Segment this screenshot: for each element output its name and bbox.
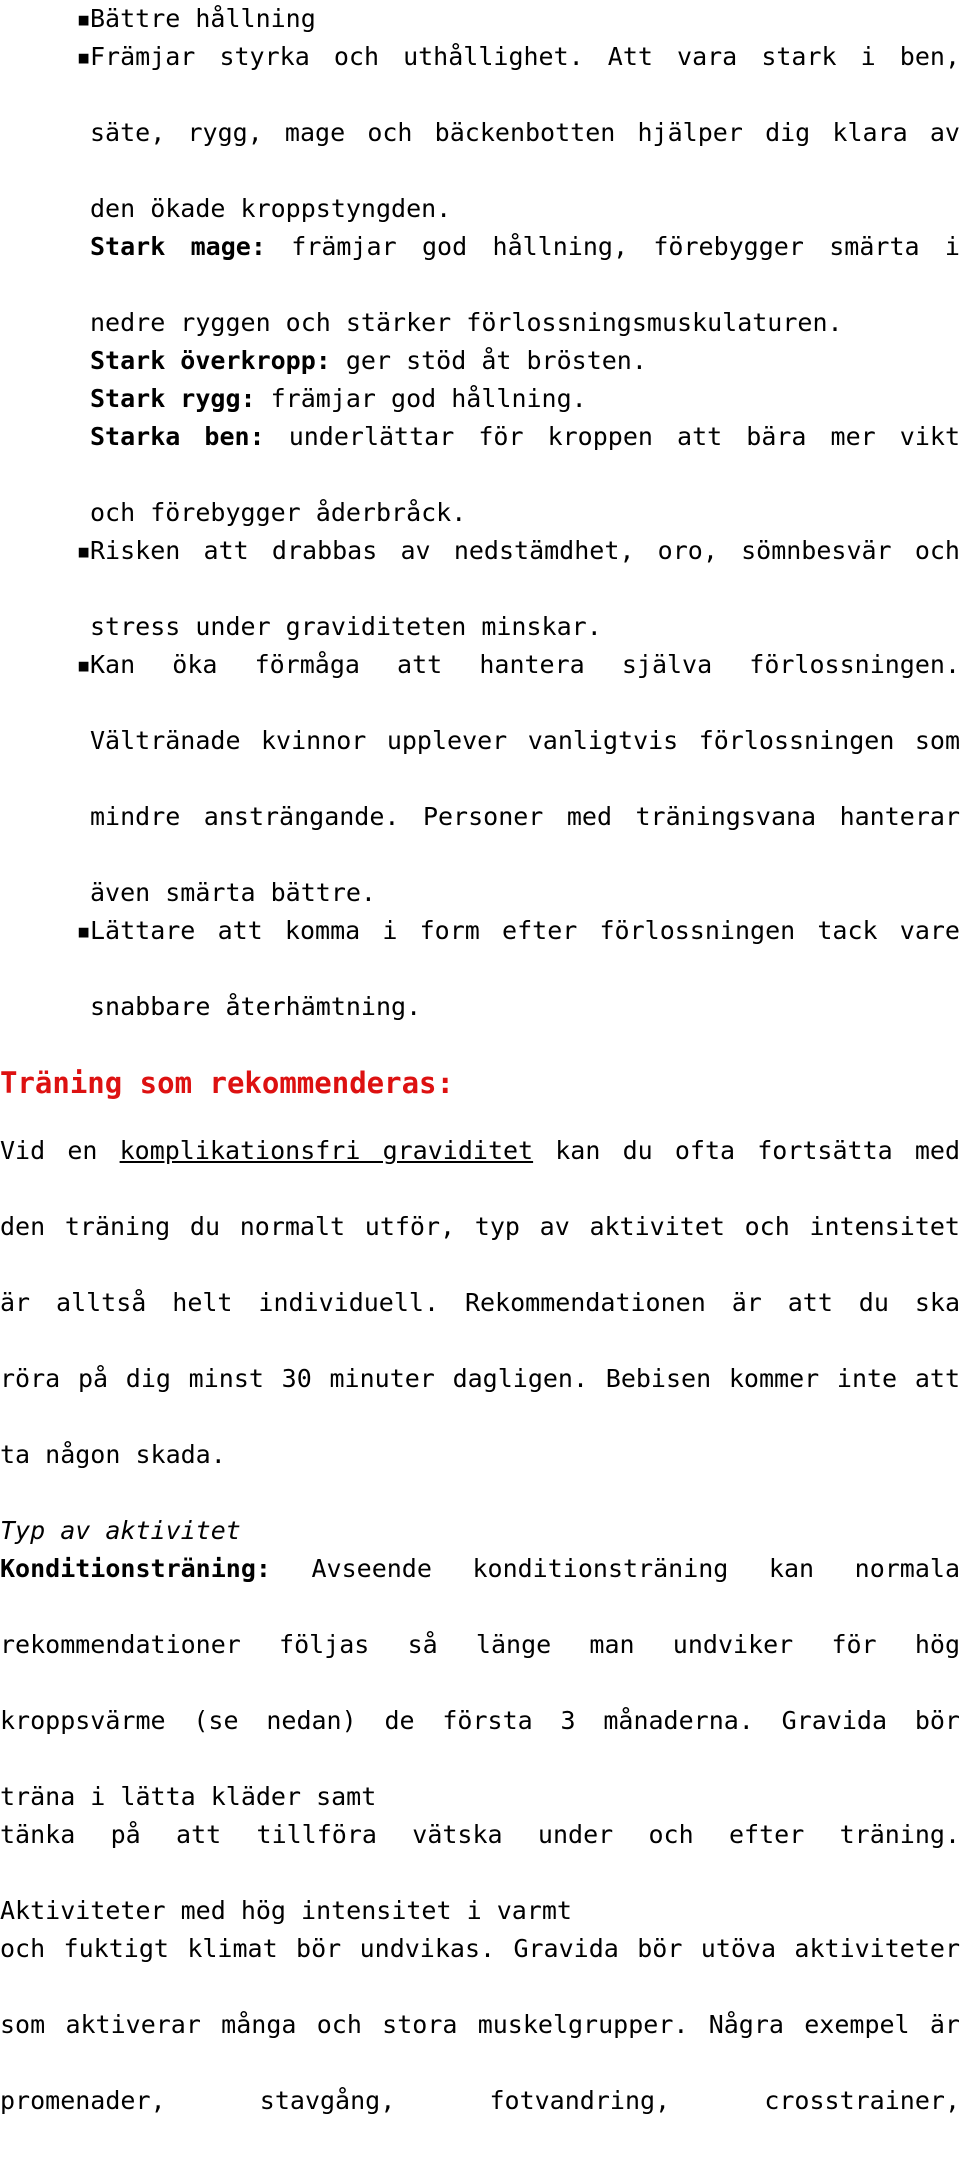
- inline-text: främjar god hållning, förebygger smärta …: [265, 232, 960, 261]
- text-line: tänka på att tillföra vätska under och e…: [0, 1820, 960, 1849]
- bullet-icon: ▪: [76, 650, 92, 679]
- list-item-body: Bättre hållning: [90, 0, 960, 38]
- text-line-labeled: Konditionsträning: Avseende konditionstr…: [0, 1550, 960, 1626]
- inline-text: Avseende konditionsträning kan normala: [270, 1554, 960, 1583]
- text-line: är alltså helt individuell. Rekommendati…: [0, 1288, 960, 1317]
- inline-text: Vid en: [0, 1136, 120, 1165]
- text-line: mindre ansträngande. Personer med tränin…: [90, 802, 960, 831]
- text-line: även smärta bättre.: [90, 878, 376, 907]
- text-line: kroppsvärme (se nedan) de första 3 månad…: [0, 1706, 960, 1735]
- bullet-icon: ▪: [76, 42, 92, 71]
- text-line: och fuktigt klimat bör undvikas. Gravida…: [0, 1934, 960, 1963]
- text-line: ta någon skada.: [0, 1440, 226, 1469]
- inline-bold-label: Starka ben:: [90, 422, 265, 451]
- text-line: rekommendationer följas så länge man und…: [0, 1630, 960, 1659]
- text-line: Bättre hållning: [90, 4, 316, 33]
- list-item: ▪ Bättre hållning: [0, 0, 960, 38]
- text-line: Risken att drabbas av nedstämdhet, oro, …: [90, 536, 960, 565]
- inline-bold-label: Stark rygg:: [90, 384, 256, 413]
- underlined-term: komplikationsfri graviditet: [119, 1136, 534, 1165]
- document-page: ▪ Bättre hållning ▪ Främjar styrka och u…: [0, 0, 960, 2115]
- bullet-icon: ▪: [76, 916, 92, 945]
- text-line-labeled: Stark överkropp: ger stöd åt brösten.: [90, 342, 960, 380]
- text-line: Vid en komplikationsfri graviditet kan d…: [0, 1132, 960, 1208]
- inline-text: ger stöd åt brösten.: [330, 346, 647, 375]
- subheading-activity-type: Typ av aktivitet: [0, 1516, 241, 1545]
- text-line-labeled: Stark mage: främjar god hållning, föreby…: [90, 228, 960, 304]
- inline-bold-label: Stark mage:: [90, 232, 266, 261]
- text-line: nedre ryggen och stärker förlossningsmus…: [90, 308, 843, 337]
- text-line: Aktiviteter med hög intensitet i varmt: [0, 1896, 572, 1925]
- text-line: snabbare återhämtning.: [90, 992, 422, 1021]
- text-line: Främjar styrka och uthållighet. Att vara…: [90, 42, 960, 71]
- list-item: ▪ Lättare att komma i form efter förloss…: [0, 912, 960, 1026]
- benefits-bullet-list: ▪ Bättre hållning ▪ Främjar styrka och u…: [0, 0, 960, 1026]
- list-item-body: Främjar styrka och uthållighet. Att vara…: [90, 38, 960, 532]
- text-line: den ökade kroppstyngden.: [90, 194, 452, 223]
- inline-text: främjar god hållning.: [255, 384, 587, 413]
- list-item-body: Kan öka förmåga att hantera själva förlo…: [90, 646, 960, 912]
- inline-bold-label: Stark överkropp:: [90, 346, 331, 375]
- text-line: den träning du normalt utför, typ av akt…: [0, 1212, 960, 1241]
- inline-bold-label: Konditionsträning:: [0, 1554, 271, 1583]
- text-line: och förebygger åderbråck.: [90, 498, 467, 527]
- section-heading-recommended-training: Träning som rekommenderas:: [0, 1066, 454, 1100]
- text-line-labeled: Starka ben: underlättar för kroppen att …: [90, 418, 960, 494]
- bullet-icon: ▪: [76, 4, 92, 33]
- list-item: ▪ Risken att drabbas av nedstämdhet, oro…: [0, 532, 960, 646]
- text-line: Kan öka förmåga att hantera själva förlo…: [90, 650, 960, 679]
- inline-text: underlättar för kroppen att bära mer vik…: [264, 422, 960, 451]
- activity-type-section: Typ av aktivitet Konditionsträning: Avse…: [0, 1512, 960, 2158]
- text-line: Lättare att komma i form efter förlossni…: [90, 916, 960, 945]
- text-line: träna i lätta kläder samt: [0, 1782, 377, 1811]
- text-line: stress under graviditeten minskar.: [90, 612, 602, 641]
- list-item: ▪ Främjar styrka och uthållighet. Att va…: [0, 38, 960, 532]
- list-item-body: Lättare att komma i form efter förlossni…: [90, 912, 960, 1026]
- text-line: röra på dig minst 30 minuter dagligen. B…: [0, 1364, 960, 1393]
- text-line: säte, rygg, mage och bäckenbotten hjälpe…: [90, 118, 960, 147]
- text-line: Vältränade kvinnor upplever vanligtvis f…: [90, 726, 960, 755]
- bullet-icon: ▪: [76, 536, 92, 565]
- inline-text: kan du ofta fortsätta med: [533, 1136, 960, 1165]
- recommended-training-paragraph: Vid en komplikationsfri graviditet kan d…: [0, 1132, 960, 1474]
- list-item: ▪ Kan öka förmåga att hantera själva för…: [0, 646, 960, 912]
- list-item-body: Risken att drabbas av nedstämdhet, oro, …: [90, 532, 960, 646]
- text-line-labeled: Stark rygg: främjar god hållning.: [90, 380, 960, 418]
- text-line: promenader, stavgång, fotvandring, cross…: [0, 2086, 960, 2115]
- text-line: som aktiverar många och stora muskelgrup…: [0, 2010, 960, 2039]
